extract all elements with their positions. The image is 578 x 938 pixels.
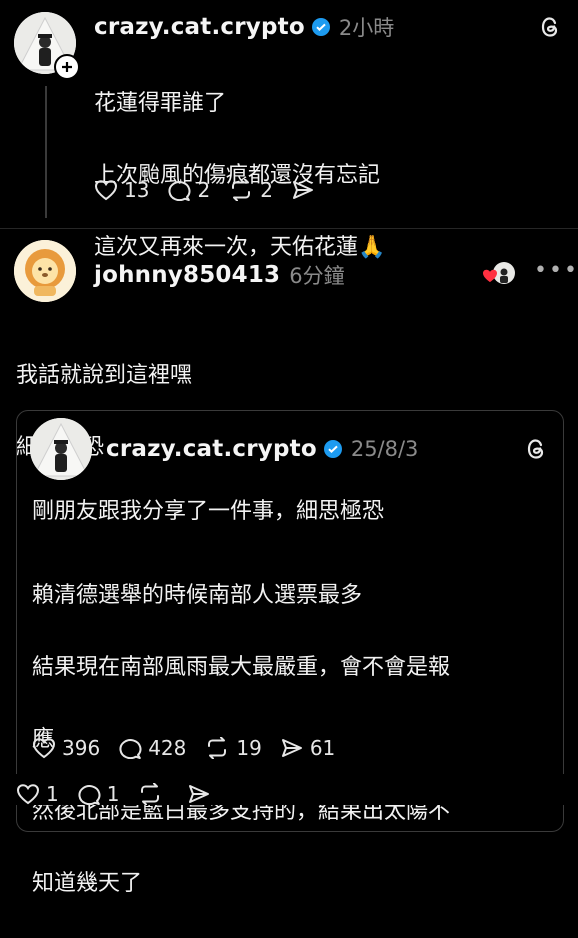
share-icon — [189, 785, 210, 803]
share-icon — [292, 181, 313, 199]
follow-plus-icon[interactable] — [54, 54, 80, 80]
avatar-johnny[interactable] — [14, 240, 76, 302]
share-count: 61 — [309, 736, 336, 760]
heart-icon — [94, 180, 118, 201]
comment-icon — [168, 181, 191, 201]
post1-username[interactable]: crazy.cat.crypto — [94, 14, 305, 40]
comment-count: 2 — [197, 178, 211, 202]
repost-icon — [141, 783, 160, 805]
quoted-avatar[interactable] — [30, 418, 92, 480]
like-button[interactable]: 13 — [94, 178, 149, 202]
like-count: 13 — [124, 178, 150, 202]
comment-icon — [78, 785, 101, 805]
repost-button[interactable]: 2 — [228, 178, 273, 202]
post1-line: 花蓮得罪誰了 — [94, 91, 227, 116]
comment-button[interactable]: 2 — [167, 178, 210, 202]
post2-line: 我話就說到這裡嘿 — [16, 363, 193, 388]
thread-line — [45, 86, 47, 218]
heart-icon — [32, 738, 56, 759]
post1-line: 這次又再來一次，天佑花蓮 — [94, 235, 359, 260]
share-button[interactable] — [291, 179, 321, 201]
share-icon — [281, 739, 302, 757]
comment-button[interactable]: 428 — [118, 736, 186, 760]
verified-icon — [323, 440, 342, 458]
pray-emoji: 🙏 — [358, 235, 386, 260]
quoted-line: 賴清德選舉的時候南部人選票最多 — [32, 583, 363, 608]
more-icon[interactable]: ••• — [534, 258, 578, 283]
threads-icon[interactable] — [524, 436, 548, 466]
post2-time: 6分鐘 — [289, 264, 345, 288]
quoted-time: 25/8/3 — [350, 437, 419, 461]
post1-actions: 13 2 2 — [94, 178, 339, 202]
repost-icon — [208, 737, 227, 759]
post2-username[interactable]: johnny850413 — [94, 262, 280, 288]
post2-actions: 1 1 — [16, 782, 235, 806]
quoted-actions: 396 428 19 61 — [32, 736, 353, 760]
quoted-line: 結果現在南部風雨最大最嚴重，會不會是報 — [32, 655, 451, 680]
like-count: 396 — [62, 736, 101, 760]
share-button[interactable]: 61 — [280, 736, 335, 760]
quoted-username[interactable]: crazy.cat.crypto — [106, 436, 317, 462]
repost-count: 19 — [236, 736, 262, 760]
share-button[interactable] — [187, 783, 217, 805]
post1-time: 2小時 — [338, 16, 395, 40]
quoted-header: crazy.cat.crypto 25/8/3 — [106, 434, 418, 464]
heart-icon — [16, 784, 40, 805]
threads-icon[interactable] — [538, 14, 562, 44]
post2-header: johnny850413 6分鐘 — [94, 258, 345, 292]
verified-icon — [311, 18, 330, 36]
comment-count: 1 — [106, 782, 120, 806]
quoted-para1: 剛朋友跟我分享了一件事，細思極恐 — [32, 499, 385, 524]
repost-icon — [232, 179, 251, 201]
repost-count: 2 — [260, 178, 273, 202]
repost-button[interactable] — [137, 783, 169, 805]
comment-count: 428 — [148, 736, 187, 760]
repost-button[interactable]: 19 — [204, 736, 262, 760]
liked-by-author-icon — [482, 260, 516, 288]
divider — [0, 228, 578, 229]
post1-header: crazy.cat.crypto 2小時 — [94, 10, 394, 44]
like-count: 1 — [46, 782, 59, 806]
quoted-line: 知道幾天了 — [32, 871, 143, 896]
like-button[interactable]: 1 — [16, 782, 59, 806]
comment-button[interactable]: 1 — [77, 782, 120, 806]
like-button[interactable]: 396 — [32, 736, 100, 760]
comment-icon — [119, 739, 142, 759]
